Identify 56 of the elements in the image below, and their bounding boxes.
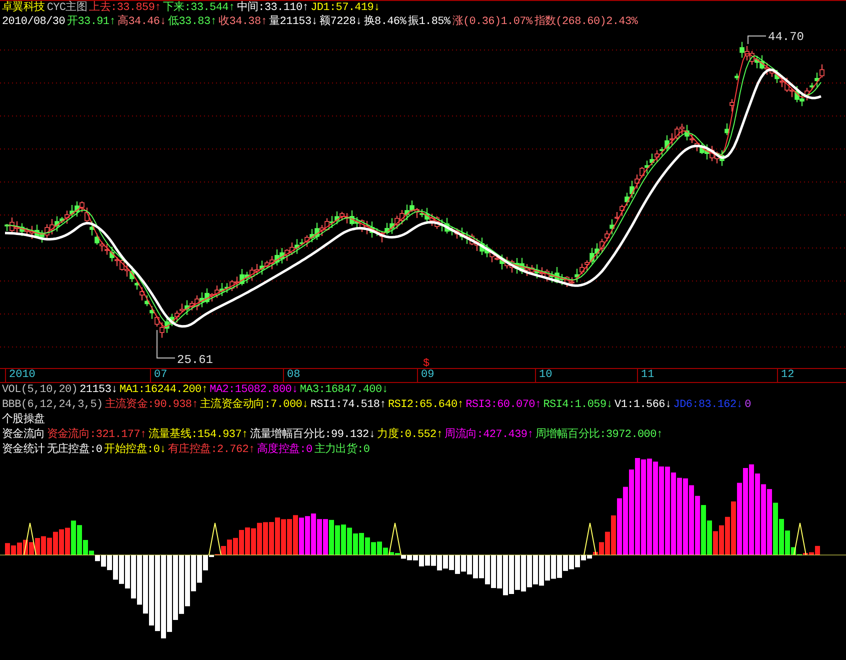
quote-value: 收34.38↑ <box>218 15 268 30</box>
header-label: 卓翼科技 <box>2 1 45 15</box>
low-price-label: 25.61 <box>177 353 214 367</box>
quote-value: 涨(0.36)1.07% <box>452 15 532 30</box>
quote-value: 高34.46↓ <box>118 15 166 30</box>
indicator-value: V1:1.566↓ <box>614 398 672 413</box>
indicator-value: RSI2:65.640↑ <box>388 398 464 413</box>
indicator-value: MA2:15082.800↓ <box>210 383 298 398</box>
indicator-value: 资金流向:321.177↑ <box>46 428 146 442</box>
axis-label: 09 <box>417 369 434 382</box>
indicator-value: VOL(5,10,20) <box>2 383 78 398</box>
indicator-value: 周流向:427.439↑ <box>444 428 534 443</box>
indicator-value: 有庄控盘:2.762↑ <box>168 443 255 458</box>
indicator-value: MA1:16244.200↑ <box>119 383 208 398</box>
high-price-label: 44.70 <box>768 30 804 44</box>
indicator-value: 流量增幅百分比:99.132↓ <box>250 428 376 442</box>
indicator-value: 0 <box>744 398 751 413</box>
indicator-value: RSI4:1.059↓ <box>543 398 613 413</box>
signal-mark: $ <box>423 358 430 368</box>
quote-value: 振1.85% <box>408 15 450 30</box>
quote-value: 额7228↓ <box>320 15 362 30</box>
axis-label: 11 <box>637 369 654 382</box>
indicator-value: MA3:16847.400↓ <box>300 383 388 398</box>
indicator-value: 21153↓ <box>80 383 118 398</box>
axis-label: 12 <box>777 369 794 382</box>
quote-value: 2010/08/30 <box>2 15 66 30</box>
indicator-value: 资金统计 <box>2 443 45 458</box>
quote-value: 低33.83↑ <box>168 15 217 30</box>
indicator-value: JD6:83.162↓ <box>673 398 743 413</box>
quote-value: 指数(268.60)2.43% <box>534 15 638 30</box>
header-label: 下来:33.544↑ <box>162 1 235 15</box>
header-label: 上去:33.859↑ <box>89 1 161 14</box>
indicator-value: 力度:0.552↑ <box>377 428 443 443</box>
indicator-value: 周增幅百分比:3972.000↑ <box>535 428 663 443</box>
header-label: CYC主图 <box>46 1 88 15</box>
indicator-value: 高度控盘:0 <box>256 443 312 458</box>
indicator-value: 流量基线:154.937↑ <box>148 428 248 442</box>
indicator-value: 个股操盘 <box>2 413 45 428</box>
indicator-value: 主流资金:90.938↑ <box>104 398 198 413</box>
axis-label: 10 <box>535 369 552 382</box>
quote-value: 量21153↓ <box>269 15 318 30</box>
indicator-value: RSI3:60.070↑ <box>466 398 542 413</box>
axis-label: 08 <box>283 369 300 382</box>
indicator-value: RSI1:74.518↑ <box>310 398 386 413</box>
indicator-value: BBB(6,12,24,3,5) <box>2 398 103 413</box>
indicator-value: 主流资金动向:7.000↓ <box>200 398 308 413</box>
header-label: 中间:33.110↑ <box>236 1 309 15</box>
indicator-value: 开始控盘:0↓ <box>104 443 166 458</box>
quote-value: 开33.91↑ <box>67 15 116 30</box>
indicator-value: 主力出货:0 <box>314 443 370 458</box>
axis-label: 07 <box>150 369 168 382</box>
quote-value: 换8.46% <box>364 15 406 30</box>
header-label: JD1:57.419↓ <box>310 1 380 14</box>
indicator-value: 资金流向 <box>2 428 45 442</box>
axis-label: 2010 <box>5 369 36 382</box>
indicator-value: 无庄控盘:0 <box>46 443 102 458</box>
